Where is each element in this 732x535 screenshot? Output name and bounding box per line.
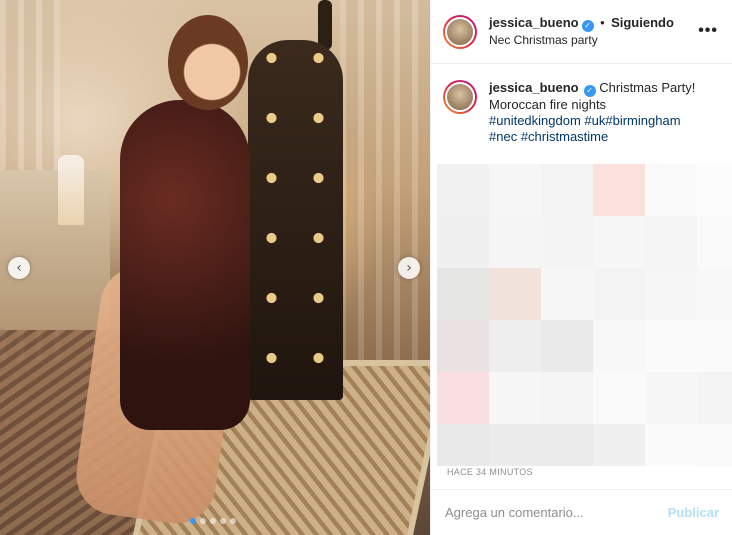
post-sidebar: jessica_bueno ✓ • Siguiendo Nec Christmas… xyxy=(430,0,732,535)
post-caption: jessica_bueno ✓ Christmas Party! Moroccan… xyxy=(431,64,732,170)
blurred-tile xyxy=(593,320,645,372)
carousel-dot xyxy=(200,518,206,524)
caption-line-2: Moroccan fire nights xyxy=(489,97,607,112)
moroccan-lantern xyxy=(248,40,343,400)
blurred-tile xyxy=(697,372,732,424)
avatar[interactable] xyxy=(443,14,477,49)
verified-badge-icon: ✓ xyxy=(583,85,596,97)
blurred-tile xyxy=(697,268,732,320)
blurred-tile xyxy=(437,164,489,216)
blurred-tile xyxy=(437,268,489,320)
blurred-tile xyxy=(541,320,593,372)
caption-avatar[interactable] xyxy=(443,80,477,114)
blurred-tile xyxy=(593,268,645,320)
blurred-tile xyxy=(437,320,489,372)
blurred-tile xyxy=(645,424,697,466)
carousel-dot xyxy=(210,518,216,524)
bench xyxy=(0,170,110,330)
carousel-prev-button[interactable]: ‹ xyxy=(8,257,30,279)
blurred-tile xyxy=(437,216,489,268)
blurred-tile xyxy=(489,164,541,216)
blurred-tile xyxy=(593,216,645,268)
blurred-tile xyxy=(541,372,593,424)
more-options-icon[interactable]: ••• xyxy=(698,22,718,40)
chevron-left-icon: ‹ xyxy=(16,260,22,276)
blurred-tile xyxy=(541,216,593,268)
curtain-right xyxy=(340,0,430,360)
blurred-tile xyxy=(593,164,645,216)
comments-list-blurred xyxy=(437,164,732,466)
comment-input[interactable] xyxy=(445,505,668,520)
blurred-tile xyxy=(489,320,541,372)
username-link[interactable]: jessica_bueno xyxy=(489,15,579,30)
hashtag-link[interactable]: #unitedkingdom xyxy=(489,113,581,128)
blurred-tile xyxy=(489,372,541,424)
blurred-tile xyxy=(541,424,593,466)
comment-bar: Publicar xyxy=(431,489,732,535)
blurred-tile xyxy=(593,372,645,424)
blurred-tile xyxy=(437,372,489,424)
post-header: jessica_bueno ✓ • Siguiendo Nec Christmas… xyxy=(431,0,732,64)
blurred-tile xyxy=(541,268,593,320)
blurred-tile xyxy=(489,424,541,466)
blurred-tile xyxy=(541,164,593,216)
blurred-tile xyxy=(697,216,732,268)
blurred-tile xyxy=(697,164,732,216)
blurred-tile xyxy=(489,268,541,320)
caption-username-link[interactable]: jessica_bueno xyxy=(489,80,579,95)
blurred-tile xyxy=(645,216,697,268)
carousel-next-button[interactable]: › xyxy=(398,257,420,279)
blurred-tile xyxy=(645,268,697,320)
hashtag-link[interactable]: #uk#birmingham xyxy=(584,113,680,128)
following-button[interactable]: Siguiendo xyxy=(611,15,674,30)
blurred-tile xyxy=(645,372,697,424)
blurred-tile xyxy=(489,216,541,268)
blurred-tile xyxy=(593,424,645,466)
verified-badge-icon: ✓ xyxy=(581,20,594,32)
separator-dot: • xyxy=(600,15,605,30)
blurred-tile xyxy=(645,164,697,216)
hashtag-link[interactable]: #nec xyxy=(489,129,517,144)
caption-line-1: Christmas Party! xyxy=(599,80,696,95)
chevron-right-icon: › xyxy=(406,260,412,276)
publish-button[interactable]: Publicar xyxy=(668,505,719,520)
lantern-chain xyxy=(318,0,332,50)
post-photo[interactable]: ‹ › xyxy=(0,0,430,535)
carousel-dot xyxy=(220,518,226,524)
blurred-tile xyxy=(697,320,732,372)
wine-glass xyxy=(58,155,84,225)
blurred-tile xyxy=(645,320,697,372)
carousel-dot xyxy=(190,518,196,524)
location-link[interactable]: Nec Christmas party xyxy=(489,32,674,48)
carousel-dots xyxy=(190,518,236,524)
woman-head xyxy=(168,15,248,110)
blurred-tile xyxy=(437,424,489,466)
woman-dress xyxy=(120,100,250,430)
hashtag-link[interactable]: #christmastime xyxy=(521,129,608,144)
blurred-tile xyxy=(697,424,732,466)
post-timestamp: HACE 34 MINUTOS xyxy=(447,467,533,477)
carousel-dot xyxy=(230,518,236,524)
